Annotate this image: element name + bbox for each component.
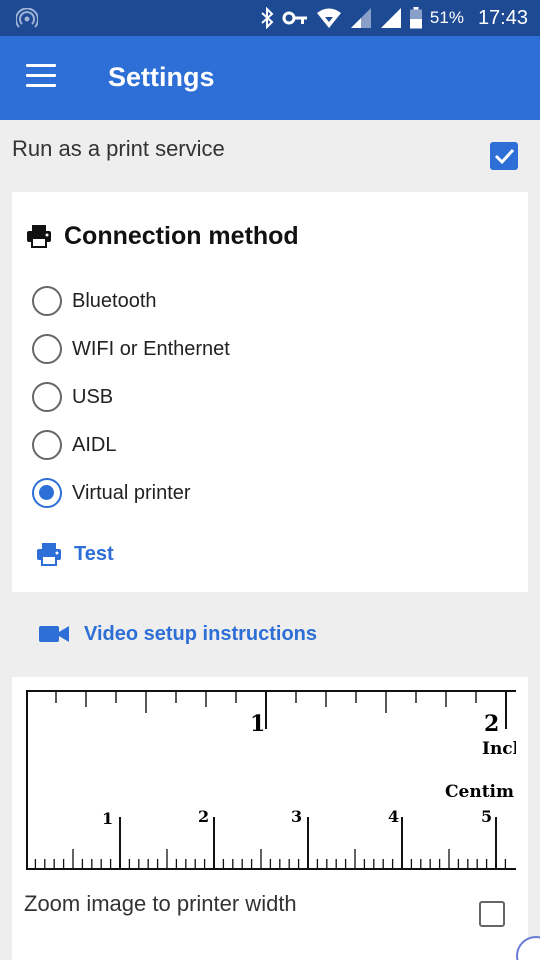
ruler-cm-label: Centim [445, 782, 514, 802]
video-setup-link[interactable]: Video setup instructions [38, 616, 317, 652]
radio-option-bluetooth[interactable]: Bluetooth [32, 281, 512, 321]
radio-button-selected[interactable] [32, 478, 62, 508]
radio-label: USB [72, 385, 114, 408]
ruler-inch-number: 2 [484, 711, 499, 737]
radio-option-usb[interactable]: USB [32, 377, 512, 417]
radio-button[interactable] [32, 334, 62, 364]
radio-label: Bluetooth [72, 289, 157, 312]
run-as-service-row[interactable]: Run as a print service [0, 120, 540, 190]
connection-method-card: Connection method Bluetooth WIFI or Enth… [12, 192, 528, 592]
battery-icon [409, 7, 422, 29]
radio-option-wifi[interactable]: WIFI or Enthernet [32, 329, 512, 369]
videocam-icon [39, 626, 69, 642]
radio-button[interactable] [32, 286, 62, 316]
zoom-checkbox[interactable] [479, 901, 505, 927]
printer-icon [27, 225, 51, 248]
run-as-service-label: Run as a print service [12, 136, 225, 161]
ruler-cm-number: 4 [388, 807, 399, 826]
ruler-inch-label: Inch [482, 739, 516, 759]
radio-button[interactable] [32, 382, 62, 412]
signal-icon [350, 8, 371, 28]
test-button-label: Test [74, 542, 114, 565]
signal-icon-2 [380, 8, 401, 28]
hamburger-menu-icon[interactable] [26, 64, 56, 90]
ruler-cm-number: 2 [198, 807, 209, 826]
radio-option-virtual-printer[interactable]: Virtual printer [32, 473, 512, 513]
printer-icon [37, 543, 61, 566]
zoom-row[interactable]: Zoom image to printer width [12, 883, 528, 933]
video-setup-label: Video setup instructions [84, 622, 317, 645]
run-as-service-checkbox[interactable] [490, 142, 518, 170]
ruler-cm-number: 1 [102, 809, 113, 828]
ruler-cm-number: 5 [481, 807, 492, 826]
clock: 17:43 [477, 6, 528, 29]
zoom-card: 1 2 Inch Centim 1 2 3 4 5 Zoom image to … [12, 677, 528, 960]
hotspot-icon [16, 8, 38, 28]
radio-label: AIDL [72, 433, 117, 456]
connection-method-header: Connection method [26, 218, 299, 254]
ruler-image: 1 2 Inch Centim 1 2 3 4 5 [26, 689, 516, 873]
wifi-icon [316, 8, 341, 28]
checkmark-icon [494, 148, 515, 165]
radio-label: Virtual printer [72, 481, 191, 504]
zoom-label: Zoom image to printer width [24, 891, 297, 916]
test-button[interactable]: Test [36, 536, 114, 572]
page-title: Settings [108, 62, 215, 92]
connection-method-title: Connection method [64, 221, 299, 250]
radio-option-aidl[interactable]: AIDL [32, 425, 512, 465]
ruler-cm-number: 3 [291, 807, 302, 826]
radio-button[interactable] [32, 430, 62, 460]
vpn-key-icon [282, 11, 307, 25]
app-bar: Settings [0, 36, 540, 120]
status-bar: 51% 17:43 [0, 0, 540, 36]
bluetooth-icon [261, 7, 274, 29]
battery-percent: 51% [429, 8, 464, 27]
radio-label: WIFI or Enthernet [72, 337, 230, 360]
ruler-inch-number: 1 [250, 711, 265, 737]
